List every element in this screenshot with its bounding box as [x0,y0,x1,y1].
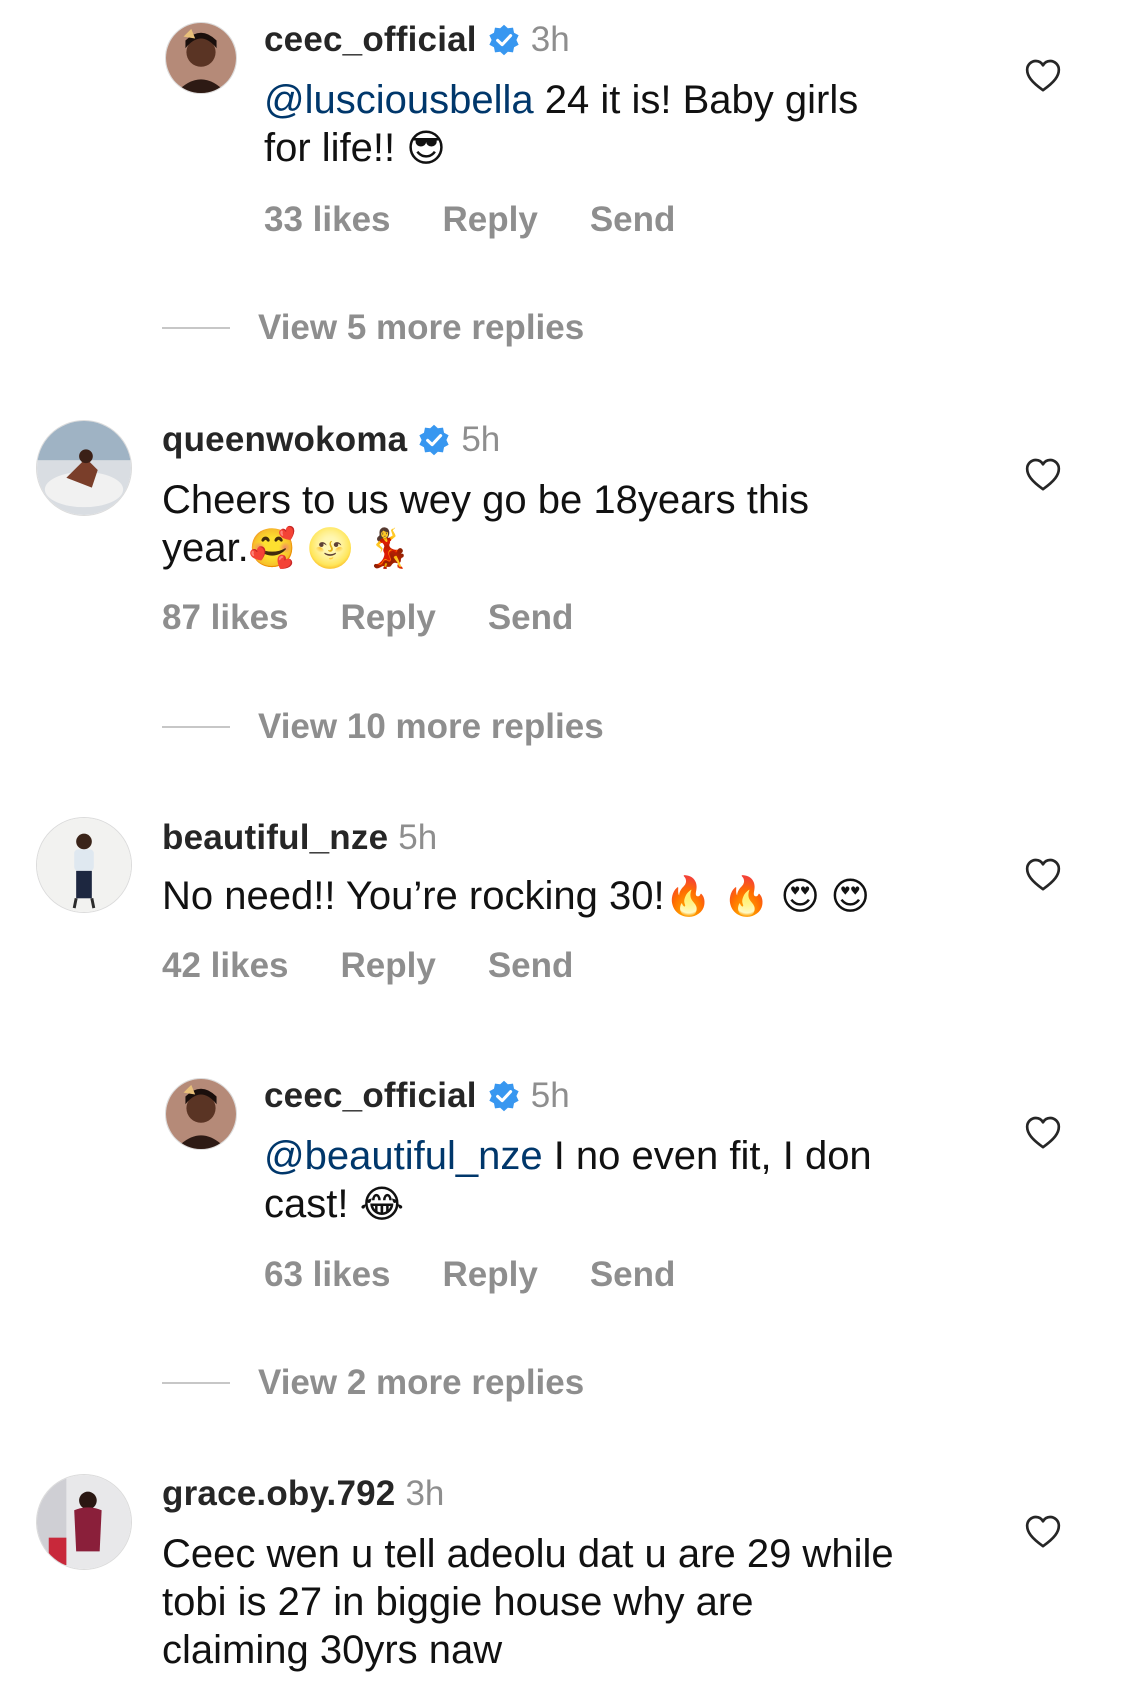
like-heart-icon[interactable] [1023,855,1063,895]
comment-text-line: No need!! You’re rocking 30! [162,874,665,918]
username[interactable]: queenwokoma [162,420,407,460]
timestamp: 5h [461,420,501,459]
timestamp: 5h [530,1076,570,1115]
reply-button[interactable]: Reply [341,598,436,638]
view-more-replies[interactable]: View 2 more replies [162,1363,584,1403]
view-more-label[interactable]: View 10 more replies [258,707,604,747]
comment-text: No need!! You’re rocking 30!🔥 🔥 😍 😍 [162,872,1002,921]
emoji: 😂 [359,1184,404,1226]
mention-link[interactable]: @lusciousbella [264,78,534,122]
comment-text-line: for life!! [264,126,407,170]
avatar[interactable] [36,1474,132,1570]
comment-text-line: Ceec wen u tell adeolu dat u are 29 whil… [162,1532,894,1576]
comment-text-line: tobi is 27 in biggie house why are [162,1580,754,1624]
view-more-replies[interactable]: View 10 more replies [162,707,604,747]
username[interactable]: grace.oby.792 [162,1474,395,1514]
comment-text-line: cast! [264,1182,360,1226]
send-button[interactable]: Send [488,598,574,638]
emoji: 😎 [406,128,446,170]
likes-count[interactable]: 63 likes [264,1255,391,1295]
emoji: 🔥 🔥 😍 😍 [664,876,871,918]
like-heart-icon[interactable] [1023,56,1063,96]
mention-link[interactable]: @beautiful_nze [264,1134,543,1178]
comment-text-line: 24 it is! Baby girls [533,78,859,122]
reply-button[interactable]: Reply [443,200,538,240]
comment-text: Ceec wen u tell adeolu dat u are 29 whil… [162,1530,1042,1674]
comment-text-line: I no even fit, I don [542,1134,872,1178]
comment-text-line: Cheers to us wey go be 18years this [162,478,810,522]
send-button[interactable]: Send [488,946,574,986]
comment-text-line: claiming 30yrs naw [162,1628,503,1672]
avatar[interactable] [165,1078,237,1150]
avatar[interactable] [36,817,132,913]
like-heart-icon[interactable] [1023,1512,1063,1552]
view-more-replies[interactable]: View 5 more replies [162,308,584,348]
send-button[interactable]: Send [590,1255,676,1295]
divider [162,1382,230,1384]
like-heart-icon[interactable] [1023,1113,1063,1153]
like-heart-icon[interactable] [1023,455,1063,495]
verified-badge-icon [487,1079,521,1113]
avatar[interactable] [36,420,132,516]
username[interactable]: beautiful_nze [162,818,388,858]
divider [162,726,230,728]
username[interactable]: ceec_official [264,1076,477,1116]
likes-count[interactable]: 87 likes [162,598,289,638]
comment-text: @beautiful_nze I no even fit, I don cast… [264,1132,1044,1229]
likes-count[interactable]: 33 likes [264,200,391,240]
emoji: 🥰 🌝 💃 [248,528,412,570]
comment-text: @lusciousbella 24 it is! Baby girls for … [264,76,1044,173]
verified-badge-icon [487,23,521,57]
view-more-label[interactable]: View 5 more replies [258,308,584,348]
view-more-label[interactable]: View 2 more replies [258,1363,584,1403]
timestamp: 5h [398,818,438,857]
reply-button[interactable]: Reply [443,1255,538,1295]
likes-count[interactable]: 42 likes [162,946,289,986]
timestamp: 3h [405,1474,445,1513]
divider [162,327,230,329]
timestamp: 3h [530,20,570,59]
comment-text-line: year. [162,526,249,570]
avatar[interactable] [165,22,237,94]
comment-text: Cheers to us wey go be 18years this year… [162,476,1002,573]
username[interactable]: ceec_official [264,20,477,60]
send-button[interactable]: Send [590,200,676,240]
verified-badge-icon [417,423,451,457]
reply-button[interactable]: Reply [341,946,436,986]
